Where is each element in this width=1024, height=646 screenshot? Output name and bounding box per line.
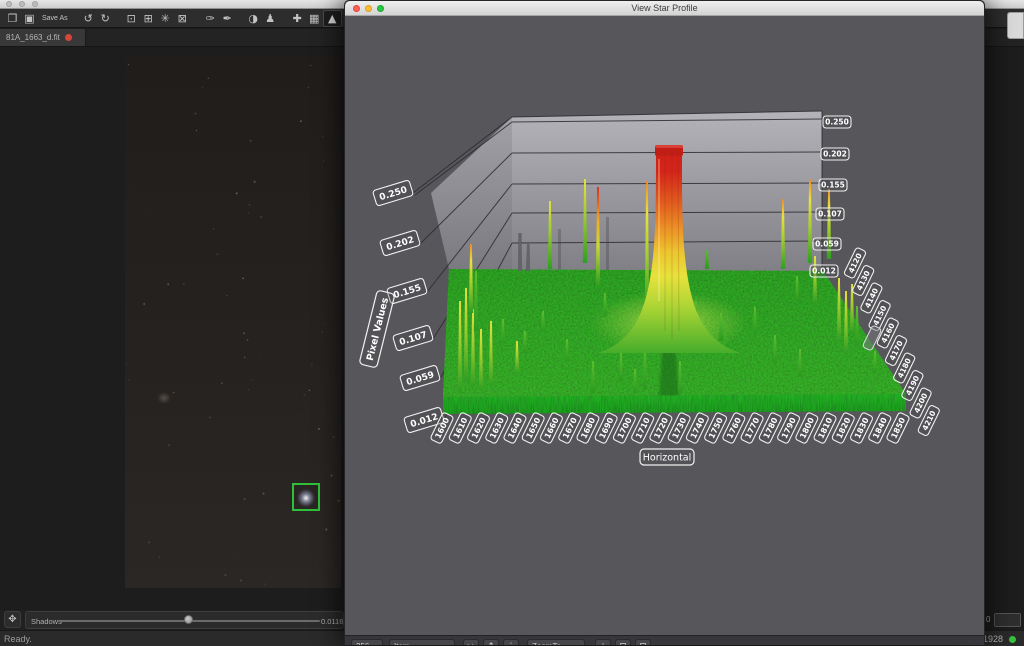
view-star-profile-window: 0.250 0.202 0.155 0.107 0.059 0.012 0.250 0.20… (344, 0, 985, 645)
axis-tick-label: 0.250 (822, 115, 852, 129)
axes-toggle-icon[interactable]: ⊥ (595, 639, 611, 645)
pan-move-icon[interactable]: ✚ (289, 11, 306, 26)
sample-pen-left-icon[interactable]: ✑ (202, 11, 219, 26)
figure-icon[interactable]: ♟ (262, 11, 279, 26)
svg-text:0.107: 0.107 (818, 210, 842, 219)
shadows-panel: Shadows 0.0116 (25, 611, 344, 629)
status-message: Ready. (4, 634, 32, 644)
tab-close-icon[interactable] (64, 34, 72, 41)
star-selection-box[interactable] (292, 483, 320, 511)
data-spike (836, 278, 842, 341)
status-green-dot (1009, 636, 1016, 643)
save-icon[interactable]: ▣ (21, 11, 38, 26)
svg-text:0.059: 0.059 (815, 240, 839, 249)
axis-tick-label: 0.202 (820, 147, 850, 161)
star-profile-icon[interactable]: ▲ (322, 9, 342, 27)
image-canvas[interactable] (125, 57, 341, 588)
axis-tick-label: 0.059 (399, 364, 441, 392)
sample-pen-right-icon[interactable]: ✒ (219, 11, 236, 26)
tab-label: 81A_1663_d.fit (6, 33, 60, 42)
side-panel-fragment (1007, 12, 1024, 39)
star-profile-3d-view[interactable]: 0.250 0.202 0.155 0.107 0.059 0.012 0.250 0.20… (345, 1, 985, 645)
shadows-slider-thumb[interactable] (184, 615, 193, 624)
blink-compare-icon[interactable]: ◑ (245, 11, 262, 26)
profile-titlebar[interactable]: View Star Profile (345, 1, 984, 16)
redo-icon[interactable]: ↻ (97, 11, 114, 26)
main-zoom-button[interactable] (32, 1, 38, 7)
crop-icon[interactable]: ⊠ (174, 11, 191, 26)
frame-resize-icon[interactable]: ⊞ (140, 11, 157, 26)
axis-tick-label: 0.059 (812, 237, 842, 251)
bins-select[interactable]: 256▾ (351, 639, 383, 645)
marquee-select-icon[interactable]: ⊡ (123, 11, 140, 26)
axis-tick-label: 0.107 (392, 324, 434, 352)
save-as-button[interactable]: Save As (38, 15, 72, 22)
pan-tool-button[interactable]: ✥ (4, 611, 21, 628)
undo-icon[interactable]: ↺ (80, 11, 97, 26)
export-icon[interactable]: ↦ (463, 639, 479, 645)
main-close-button[interactable] (6, 1, 12, 7)
axis-tick-label: 0.012 (809, 264, 839, 278)
open-folder-icon[interactable]: ❐ (4, 11, 21, 26)
svg-text:Horizontal: Horizontal (643, 453, 692, 464)
axis-tick-label: 0.107 (815, 207, 845, 221)
data-spike (854, 306, 860, 346)
data-spike (843, 291, 849, 353)
shadows-value: 0.0116 (321, 617, 343, 626)
flat-view-icon[interactable]: ⊟ (615, 639, 631, 645)
more-options-icon[interactable]: ⋮ (503, 639, 519, 645)
horizontal-axis-ticks: 1600 1610 1620 1630 1640 1650 1660 1670 1680 1690… (430, 412, 910, 444)
box-view-icon[interactable]: ⊡ (635, 639, 651, 645)
axis-tick-label: 0.202 (379, 229, 421, 257)
svg-text:0.202: 0.202 (823, 150, 847, 159)
main-minimize-button[interactable] (19, 1, 25, 7)
axis-tick-label: 0.155 (818, 178, 848, 192)
svg-text:0.250: 0.250 (825, 118, 849, 127)
zoom-to-select[interactable]: ZoomTo▾ (527, 639, 585, 645)
alignment-burst-icon[interactable]: ✳ (157, 11, 174, 26)
axis-tick-label: 0.250 (372, 179, 414, 207)
mini-value-field[interactable] (994, 613, 1021, 627)
horizontal-axis-title: Horizontal (639, 448, 695, 466)
profile-bottom-toolbar: 256▾ Item▾ ↦ ↥ ⋮ ZoomTo▾ ⊥ ⊟ ⊡ (345, 635, 984, 645)
pin-icon[interactable]: ↥ (483, 639, 499, 645)
item-select[interactable]: Item▾ (389, 639, 455, 645)
svg-text:0.012: 0.012 (812, 267, 836, 276)
mini-field-label: 0 (986, 615, 991, 624)
tab-image-file[interactable]: 81A_1663_d.fit (0, 29, 86, 46)
status-size-value: 1928 (983, 634, 1004, 644)
grid-overlay-icon[interactable]: ▦ (306, 11, 323, 26)
shadows-adjust-row: ✥ Shadows 0.0116 (0, 610, 344, 630)
profile-window-title: View Star Profile (631, 3, 698, 13)
svg-text:0.155: 0.155 (821, 181, 845, 190)
faint-galaxy-blob (157, 392, 171, 404)
pixel-values-axis-title: Pixel Values (359, 290, 395, 368)
